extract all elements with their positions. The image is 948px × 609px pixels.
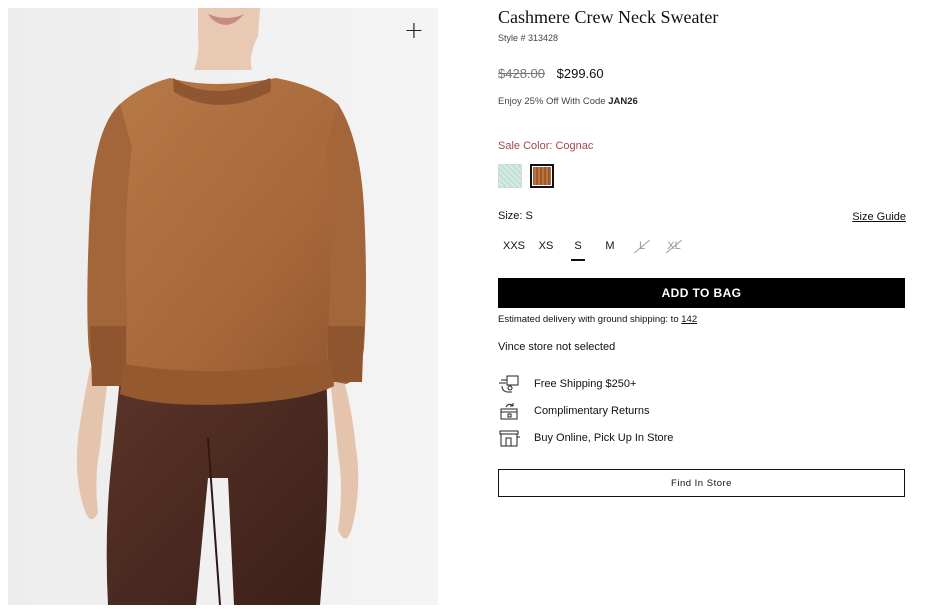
product-image[interactable]: + <box>8 8 438 605</box>
size-label: Size: S <box>498 210 533 222</box>
find-in-store-button[interactable]: Find In Store <box>498 469 905 497</box>
product-title: Cashmere Crew Neck Sweater <box>498 7 719 27</box>
size-option-xl[interactable]: XL <box>658 234 690 260</box>
shipping-icon <box>499 375 519 393</box>
swatch-mint[interactable] <box>498 164 522 188</box>
size-guide-link[interactable]: Size Guide <box>852 211 906 223</box>
promo-code: JAN26 <box>608 96 638 107</box>
size-option-s[interactable]: S <box>562 234 594 261</box>
perk-free-shipping: Free Shipping $250+ <box>498 374 636 394</box>
size-option-xs[interactable]: XS <box>530 234 562 260</box>
perk-label: Buy Online, Pick Up In Store <box>534 432 674 444</box>
perk-label: Free Shipping $250+ <box>534 378 637 390</box>
style-number: Style # 313428 <box>498 33 559 43</box>
store-pickup-icon <box>499 430 520 447</box>
perk-label: Complimentary Returns <box>534 405 650 417</box>
color-label: Sale Color: Cognac <box>498 140 594 152</box>
zip-code-link[interactable]: 142 <box>681 314 697 325</box>
size-option-l[interactable]: L <box>626 234 658 260</box>
zoom-icon[interactable]: + <box>404 18 424 42</box>
model-photo-illustration <box>8 8 438 605</box>
perk-returns: Complimentary Returns <box>498 401 650 421</box>
size-option-xxs[interactable]: XXS <box>498 234 530 260</box>
delivery-text: Estimated delivery with ground shipping:… <box>498 314 682 325</box>
original-price: $428.00 <box>498 66 545 81</box>
store-status: Vince store not selected <box>498 341 616 353</box>
color-swatches <box>498 164 554 188</box>
returns-icon <box>500 403 518 420</box>
promo-text: Enjoy 25% Off With Code <box>498 96 609 107</box>
price: $428.00 $299.60 <box>498 66 604 81</box>
delivery-estimate: Estimated delivery with ground shipping:… <box>498 314 697 325</box>
sale-price: $299.60 <box>556 66 604 81</box>
add-to-bag-button[interactable]: ADD TO BAG <box>498 278 905 308</box>
size-option-m[interactable]: M <box>594 234 626 260</box>
promo-message: Enjoy 25% Off With Code JAN26 <box>498 96 638 107</box>
size-options: XXS XS S M L XL <box>498 234 690 261</box>
swatch-cognac[interactable] <box>530 164 554 188</box>
perk-store-pickup: Buy Online, Pick Up In Store <box>498 428 673 448</box>
